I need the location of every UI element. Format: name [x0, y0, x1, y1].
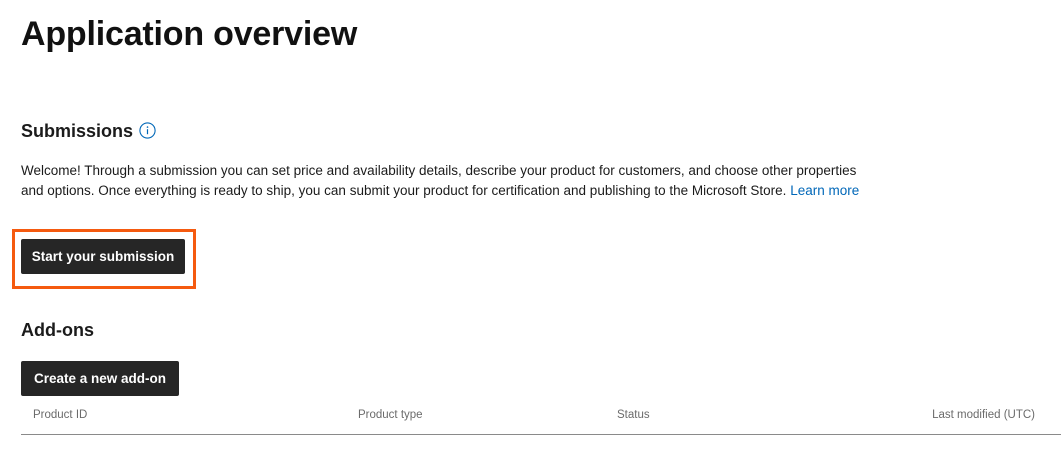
addons-heading: Add-ons — [21, 320, 94, 340]
info-icon[interactable] — [139, 121, 156, 139]
column-header-status[interactable]: Status — [617, 409, 650, 421]
submissions-heading: Submissions — [21, 119, 156, 143]
column-header-product-id[interactable]: Product ID — [33, 409, 87, 421]
submissions-description: Welcome! Through a submission you can se… — [21, 161, 861, 200]
addons-table-header: Product ID Product type Status Last modi… — [21, 402, 1061, 435]
submissions-heading-label: Submissions — [21, 121, 134, 141]
submissions-description-text: Welcome! Through a submission you can se… — [21, 163, 857, 198]
create-addon-button[interactable]: Create a new add-on — [21, 361, 179, 396]
learn-more-link[interactable]: Learn more — [790, 183, 859, 198]
column-header-last-modified[interactable]: Last modified (UTC) — [932, 409, 1035, 421]
start-submission-button[interactable]: Start your submission — [21, 239, 185, 274]
column-header-product-type[interactable]: Product type — [358, 409, 423, 421]
page-title: Application overview — [21, 15, 358, 53]
